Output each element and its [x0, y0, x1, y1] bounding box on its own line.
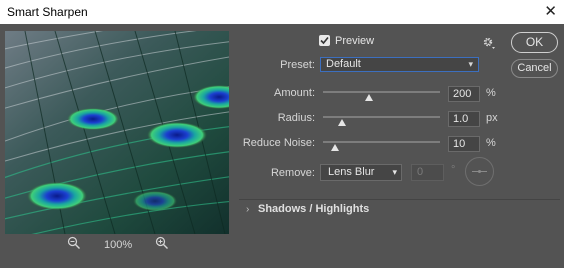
preview-image[interactable] — [5, 31, 229, 234]
reduce-noise-field[interactable]: 10 — [448, 136, 480, 152]
zoom-in-icon[interactable] — [155, 236, 171, 252]
close-icon[interactable]: ✕ — [544, 2, 557, 20]
zoom-out-icon[interactable] — [67, 236, 83, 252]
remove-label: Remove: — [270, 167, 315, 179]
remove-value: Lens Blur — [328, 166, 375, 178]
chevron-down-icon: ▾ — [468, 59, 473, 69]
amount-slider-track[interactable] — [323, 91, 440, 93]
amount-field[interactable]: 200 — [448, 86, 480, 102]
reduce-noise-unit: % — [486, 137, 496, 149]
radius-unit: px — [486, 112, 498, 124]
shadows-highlights-label: Shadows / Highlights — [258, 203, 370, 215]
amount-slider-thumb[interactable] — [364, 94, 373, 101]
angle-field: 0 — [411, 164, 444, 181]
amount-unit: % — [486, 87, 496, 99]
reduce-noise-slider-thumb[interactable] — [330, 144, 339, 151]
chevron-down-icon: ▾ — [392, 167, 397, 177]
divider — [239, 199, 560, 200]
radius-label: Radius: — [277, 112, 315, 124]
preset-label: Preset: — [280, 59, 315, 71]
title-bar: Smart Sharpen ✕ — [0, 0, 564, 24]
remove-select[interactable]: Lens Blur ▾ — [320, 164, 402, 181]
zoom-level: 100% — [104, 239, 133, 251]
reduce-noise-slider-track[interactable] — [323, 141, 440, 143]
window-title: Smart Sharpen — [7, 5, 88, 19]
radius-slider-thumb[interactable] — [337, 119, 346, 126]
cancel-button[interactable]: Cancel — [511, 59, 558, 78]
ok-button[interactable]: OK — [511, 32, 558, 53]
preset-select[interactable]: Default ▾ — [320, 57, 479, 72]
preset-value: Default — [326, 58, 361, 70]
preview-checkbox[interactable] — [319, 35, 330, 46]
peacock-feather-image — [5, 31, 229, 234]
gear-icon[interactable] — [482, 36, 496, 53]
preview-label[interactable]: Preview — [335, 35, 374, 47]
angle-dial — [465, 157, 494, 186]
radius-field[interactable]: 1.0 — [448, 111, 480, 127]
amount-label: Amount: — [274, 87, 315, 99]
chevron-right-icon: › — [246, 204, 250, 215]
angle-unit: ° — [451, 164, 456, 176]
reduce-noise-label: Reduce Noise: — [242, 137, 315, 149]
radius-slider-track[interactable] — [323, 116, 440, 118]
